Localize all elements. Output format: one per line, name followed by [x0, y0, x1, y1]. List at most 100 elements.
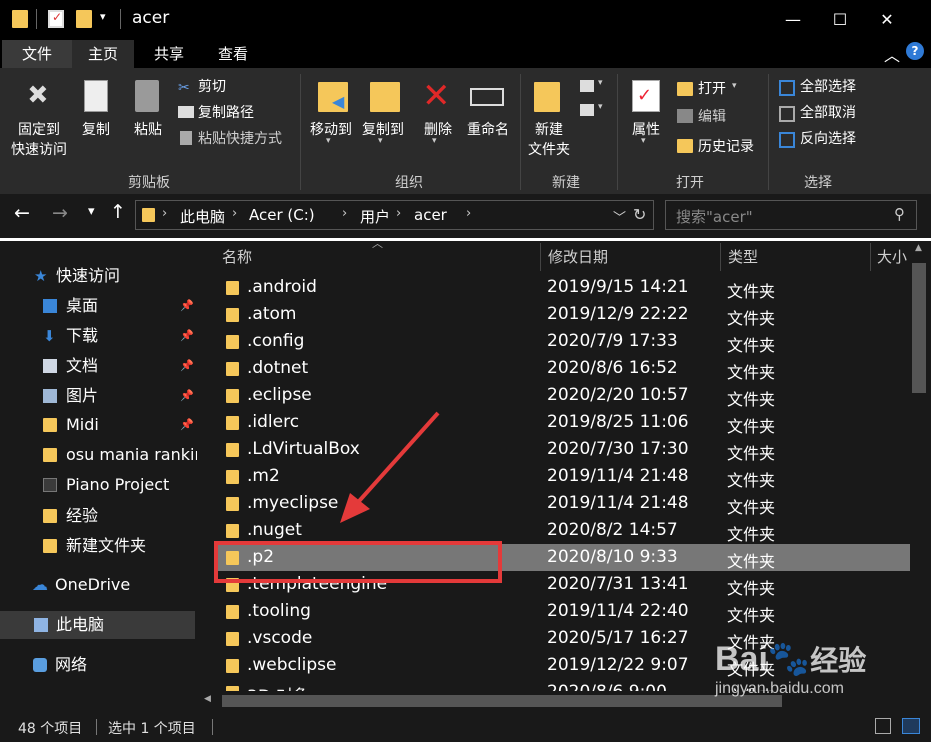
file-type: 文件夹 — [727, 390, 776, 409]
move-to-button[interactable]: 移动到 — [304, 120, 358, 140]
nav-item-new-folder[interactable]: 新建文件夹 — [0, 532, 197, 560]
breadcrumb-this-pc[interactable]: 此电脑 — [180, 206, 225, 227]
nav-this-pc[interactable]: 此电脑 — [0, 611, 195, 639]
new-folder-quick-icon[interactable] — [76, 10, 92, 28]
nav-quick-access[interactable]: ★ 快速访问 — [0, 262, 197, 290]
easy-access-icon[interactable] — [580, 104, 594, 116]
tab-share[interactable]: 共享 — [140, 40, 198, 68]
breadcrumb-drive[interactable]: Acer (C:) — [249, 206, 315, 224]
properties-quick-icon[interactable]: ✓ — [48, 10, 64, 28]
recent-locations-icon[interactable]: ▾ — [88, 204, 95, 219]
table-row[interactable]: .myeclipse 2019/11/4 21:48 文件夹 — [214, 490, 910, 517]
address-history-chevron-icon[interactable]: ﹀ — [613, 207, 626, 226]
nav-label: 网络 — [55, 655, 88, 674]
column-header-date[interactable]: 修改日期 — [548, 243, 718, 271]
folder-icon — [226, 362, 239, 376]
breadcrumb-users[interactable]: 用户 — [360, 206, 390, 227]
close-button[interactable]: ✕ — [864, 0, 910, 38]
properties-button[interactable]: 属性 — [624, 120, 668, 140]
new-folder-button[interactable]: 新建 文件夹 — [524, 120, 574, 160]
nav-item-pictures[interactable]: 图片 📌 — [0, 382, 197, 410]
search-box[interactable]: 搜索"acer" ⚲ — [665, 200, 917, 230]
scroll-thumb[interactable] — [912, 263, 926, 393]
paste-shortcut-button[interactable]: 粘贴快捷方式 — [198, 129, 282, 149]
nav-item-downloads[interactable]: ⬇ 下载 📌 — [0, 322, 197, 350]
table-row[interactable]: .dotnet 2020/8/6 16:52 文件夹 — [214, 355, 910, 382]
pin-quick-access-button[interactable]: 固定到 快速访问 — [6, 120, 72, 160]
invert-selection-button[interactable]: 反向选择 — [800, 129, 856, 149]
up-arrow-icon[interactable]: ↑ — [110, 201, 126, 223]
tab-view[interactable]: 查看 — [204, 40, 262, 68]
table-row[interactable]: .eclipse 2020/2/20 10:57 文件夹 — [214, 382, 910, 409]
column-header-type[interactable]: 类型 — [728, 243, 868, 271]
ribbon-tabs: 文件 主页 共享 查看 ︿ ? — [0, 38, 931, 68]
nav-item-documents[interactable]: 文档 📌 — [0, 352, 197, 380]
status-bar: 48 个项目 选中 1 个项目 — [0, 711, 931, 742]
scroll-up-icon[interactable]: ▲ — [915, 243, 922, 253]
large-icons-view-icon[interactable] — [902, 718, 920, 734]
select-none-button[interactable]: 全部取消 — [800, 103, 856, 123]
customize-quick-access-icon[interactable]: ▾ — [100, 10, 106, 23]
open-button[interactable]: 打开 — [698, 79, 726, 99]
copy-icon — [84, 80, 108, 112]
file-name: .nuget — [247, 520, 302, 540]
collapse-ribbon-icon[interactable]: ︿ — [884, 42, 900, 66]
back-arrow-icon[interactable]: ← — [14, 202, 30, 224]
tab-file[interactable]: 文件 — [2, 40, 72, 68]
history-button[interactable]: 历史记录 — [698, 137, 754, 157]
rename-button[interactable]: 重命名 — [462, 120, 514, 140]
nav-item-desktop[interactable]: 桌面 📌 — [0, 292, 197, 320]
nav-label: 图片 — [66, 386, 99, 405]
search-icon[interactable]: ⚲ — [894, 205, 905, 223]
column-header-size[interactable]: 大小 — [877, 243, 910, 271]
copy-button[interactable]: 复制 — [76, 120, 116, 140]
search-input[interactable]: 搜索"acer" — [676, 206, 753, 227]
table-row[interactable]: .nuget 2020/8/2 14:57 文件夹 — [214, 517, 910, 544]
column-header-name[interactable]: 名称 — [222, 243, 538, 271]
minimize-button[interactable]: — — [770, 0, 816, 38]
nav-item-experience[interactable]: 经验 — [0, 502, 197, 530]
breadcrumb-acer[interactable]: acer — [414, 206, 447, 224]
folder-icon — [226, 659, 239, 673]
new-item-icon[interactable] — [580, 80, 594, 92]
vertical-scrollbar[interactable]: ▲ — [910, 241, 931, 691]
copy-to-button[interactable]: 复制到 — [356, 120, 410, 140]
folder-icon — [226, 335, 239, 349]
divider — [540, 243, 541, 271]
delete-button[interactable]: 删除 — [418, 120, 458, 140]
details-view-icon[interactable] — [875, 718, 891, 734]
table-row[interactable]: .config 2020/7/9 17:33 文件夹 — [214, 328, 910, 355]
nav-item-midi[interactable]: Midi 📌 — [0, 411, 197, 439]
cut-button[interactable]: 剪切 — [198, 77, 226, 97]
title-bar: ✓ ▾ acer — ☐ ✕ — [0, 0, 931, 38]
table-row[interactable]: .tooling 2019/11/4 22:40 文件夹 — [214, 598, 910, 625]
refresh-icon[interactable]: ↻ — [633, 205, 646, 224]
nav-item-piano-project[interactable]: Piano Project — [0, 471, 197, 499]
forward-arrow-icon[interactable]: → — [52, 202, 68, 224]
annotation-arrow — [340, 411, 440, 523]
edit-button[interactable]: 编辑 — [698, 107, 726, 127]
copy-path-button[interactable]: 复制路径 — [198, 103, 254, 123]
paste-shortcut-icon — [180, 131, 192, 145]
table-row[interactable]: .android 2019/9/15 14:21 文件夹 — [214, 274, 910, 301]
table-row[interactable]: .idlerc 2019/8/25 11:06 文件夹 — [214, 409, 910, 436]
nav-network[interactable]: 网络 — [0, 651, 197, 679]
divider — [96, 719, 97, 735]
maximize-button[interactable]: ☐ — [817, 0, 863, 38]
paste-button[interactable]: 粘贴 — [126, 120, 170, 140]
chevron-down-icon: ▾ — [641, 136, 646, 146]
chevron-down-icon: ▾ — [326, 136, 331, 146]
help-icon[interactable]: ? — [906, 42, 924, 60]
tab-home[interactable]: 主页 — [72, 40, 134, 68]
table-row[interactable]: .atom 2019/12/9 22:22 文件夹 — [214, 301, 910, 328]
scroll-thumb[interactable] — [222, 695, 782, 707]
download-icon: ⬇ — [43, 327, 56, 345]
file-type: 文件夹 — [727, 525, 776, 544]
address-bar[interactable]: › 此电脑 › Acer (C:) › 用户 › acer › ﹀ ↻ — [135, 200, 654, 230]
scroll-left-icon[interactable]: ◀ — [204, 694, 211, 704]
table-row[interactable]: .m2 2019/11/4 21:48 文件夹 — [214, 463, 910, 490]
nav-onedrive[interactable]: ☁ OneDrive — [0, 571, 197, 599]
table-row[interactable]: .LdVirtualBox 2020/7/30 17:30 文件夹 — [214, 436, 910, 463]
select-all-button[interactable]: 全部选择 — [800, 77, 856, 97]
nav-item-osu[interactable]: osu mania ranking — [0, 441, 197, 469]
